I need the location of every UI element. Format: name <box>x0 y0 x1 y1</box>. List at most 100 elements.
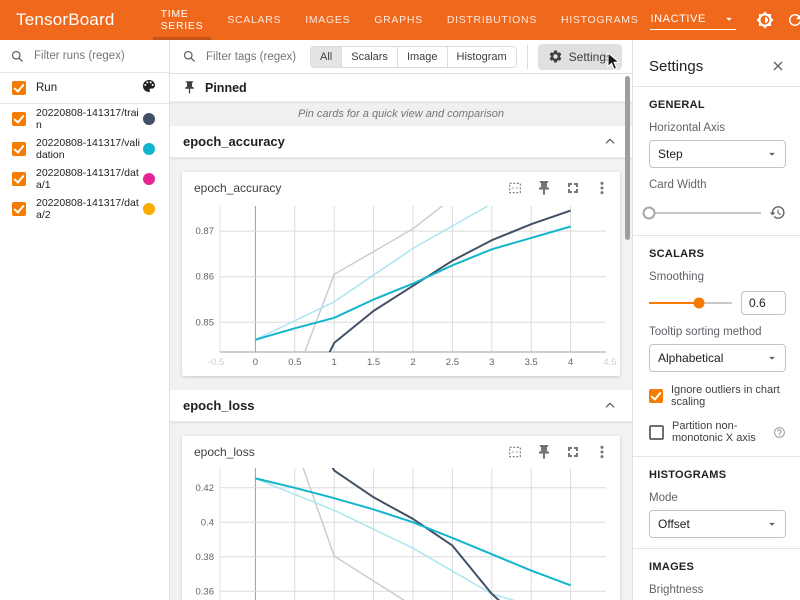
run-checkbox[interactable] <box>12 172 26 186</box>
tab-images[interactable]: IMAGES <box>293 0 362 40</box>
slider-thumb[interactable] <box>693 298 704 309</box>
run-row-train[interactable]: 20220808-141317/train <box>0 104 169 134</box>
settings-panel-header: Settings <box>633 40 800 86</box>
svg-text:1: 1 <box>332 357 337 368</box>
vertical-scrollbar-thumb[interactable] <box>625 76 630 240</box>
svg-text:0.5: 0.5 <box>288 357 301 368</box>
run-select-all-checkbox[interactable] <box>12 81 26 95</box>
data-selection-icon[interactable] <box>507 444 523 460</box>
fullscreen-icon[interactable] <box>565 180 581 196</box>
histogram-mode-select[interactable]: Offset <box>649 510 786 538</box>
run-column-label: Run <box>36 82 141 94</box>
caret-down-icon <box>722 12 736 26</box>
run-row-data-1[interactable]: 20220808-141317/data/1 <box>0 164 169 194</box>
app-logo: TensorBoard <box>0 10 115 30</box>
section-heading: IMAGES <box>649 561 786 573</box>
section-title: epoch_accuracy <box>170 134 602 149</box>
run-color-dot[interactable] <box>143 113 155 125</box>
run-filter[interactable]: Filter runs (regex) <box>0 40 169 73</box>
data-selection-icon[interactable] <box>507 180 523 196</box>
svg-text:0.38: 0.38 <box>196 552 215 563</box>
ignore-outliers-checkbox[interactable] <box>649 389 663 403</box>
tab-histograms[interactable]: HISTOGRAMS <box>549 0 650 40</box>
settings-button[interactable]: Settings <box>538 44 622 70</box>
run-list-header: Run <box>0 73 169 104</box>
svg-text:0.42: 0.42 <box>196 483 215 494</box>
tab-time-series[interactable]: TIME SERIES <box>149 0 216 40</box>
run-row-data-2[interactable]: 20220808-141317/data/2 <box>0 194 169 224</box>
tensorboard-app: TensorBoard TIME SERIES SCALARS IMAGES G… <box>0 0 800 600</box>
status-dropdown[interactable]: INACTIVE <box>650 10 736 30</box>
toggle-scalars-button[interactable]: Scalars <box>341 47 397 67</box>
settings-panel-title: Settings <box>649 58 703 75</box>
close-icon[interactable] <box>770 58 786 74</box>
run-checkbox[interactable] <box>12 202 26 216</box>
reset-icon[interactable] <box>769 204 786 221</box>
run-color-dot[interactable] <box>143 143 155 155</box>
fullscreen-icon[interactable] <box>565 444 581 460</box>
svg-text:0: 0 <box>253 357 258 368</box>
tag-filter-placeholder[interactable]: Filter tags (regex) <box>206 51 310 63</box>
ignore-outliers-row: Ignore outliers in chart scaling <box>649 384 786 408</box>
app-header: TensorBoard TIME SERIES SCALARS IMAGES G… <box>0 0 800 40</box>
chevron-up-icon[interactable] <box>602 398 618 414</box>
help-circle-icon[interactable] <box>773 426 786 439</box>
ignore-outliers-label: Ignore outliers in chart scaling <box>671 384 786 408</box>
chevron-up-icon[interactable] <box>602 134 618 150</box>
section-header-epoch-loss[interactable]: epoch_loss <box>170 390 632 422</box>
epoch-loss-chart[interactable]: 0.420.40.380.3600.511.522.533.54-0.54.5 <box>182 466 620 600</box>
run-label: 20220808-141317/data/2 <box>36 197 143 222</box>
toggle-histogram-button[interactable]: Histogram <box>447 47 516 67</box>
search-icon <box>182 49 197 64</box>
run-checkbox[interactable] <box>12 112 26 126</box>
horizontal-axis-select[interactable]: Step <box>649 140 786 168</box>
card-header: epoch_accuracy <box>182 172 620 202</box>
settings-section-images: IMAGES Brightness Contrast <box>633 549 800 600</box>
pin-card-icon[interactable] <box>536 180 552 196</box>
histogram-mode-label: Mode <box>649 492 786 504</box>
run-checkbox[interactable] <box>12 142 26 156</box>
section-header-epoch-accuracy[interactable]: epoch_accuracy <box>170 126 632 158</box>
horizontal-axis-label: Horizontal Axis <box>649 122 786 134</box>
toggle-all-button[interactable]: All <box>311 47 341 67</box>
tooltip-sorting-select[interactable]: Alphabetical <box>649 344 786 372</box>
card-width-slider[interactable] <box>649 206 761 220</box>
more-options-icon[interactable] <box>594 444 610 460</box>
toggle-image-button[interactable]: Image <box>397 47 447 67</box>
run-row-validation[interactable]: 20220808-141317/validation <box>0 134 169 164</box>
smoothing-slider-row: 0.6 <box>649 291 786 315</box>
settings-panel: Settings GENERAL Horizontal Axis Step Ca… <box>632 40 800 600</box>
top-nav: TIME SERIES SCALARS IMAGES GRAPHS DISTRI… <box>149 0 651 40</box>
run-color-dot[interactable] <box>143 203 155 215</box>
caret-down-icon <box>765 517 779 531</box>
tooltip-sorting-label: Tooltip sorting method <box>649 326 786 338</box>
brightness-toggle-icon[interactable] <box>756 11 774 29</box>
card-width-slider-row <box>649 204 786 221</box>
caret-down-icon <box>765 147 779 161</box>
pin-icon <box>182 80 197 95</box>
section-heading: HISTOGRAMS <box>649 469 786 481</box>
section-heading: GENERAL <box>649 99 786 111</box>
tab-graphs[interactable]: GRAPHS <box>362 0 435 40</box>
section-body-epoch-loss: epoch_loss 0.420.40.380.3600.511.522.533… <box>170 422 632 600</box>
tab-distributions[interactable]: DISTRIBUTIONS <box>435 0 549 40</box>
gear-icon <box>548 49 563 64</box>
refresh-icon[interactable] <box>786 11 800 29</box>
svg-text:0.87: 0.87 <box>196 226 215 237</box>
run-label: 20220808-141317/validation <box>36 137 143 162</box>
slider-thumb[interactable] <box>643 206 656 219</box>
svg-text:3: 3 <box>489 357 494 368</box>
card-title: epoch_loss <box>194 445 494 459</box>
svg-text:4: 4 <box>568 357 573 368</box>
epoch-accuracy-chart[interactable]: 0.850.860.8700.511.522.533.54-0.54.5 <box>182 202 620 376</box>
scalar-card-epoch-loss: epoch_loss 0.420.40.380.3600.511.522.533… <box>182 436 620 600</box>
partition-x-axis-checkbox[interactable] <box>649 425 664 440</box>
pin-card-icon[interactable] <box>536 444 552 460</box>
brightness-label: Brightness <box>649 584 786 596</box>
tab-scalars[interactable]: SCALARS <box>215 0 293 40</box>
run-color-dot[interactable] <box>143 173 155 185</box>
more-options-icon[interactable] <box>594 180 610 196</box>
smoothing-slider[interactable] <box>649 296 732 310</box>
palette-icon[interactable] <box>141 78 157 99</box>
smoothing-value-input[interactable]: 0.6 <box>741 291 786 315</box>
